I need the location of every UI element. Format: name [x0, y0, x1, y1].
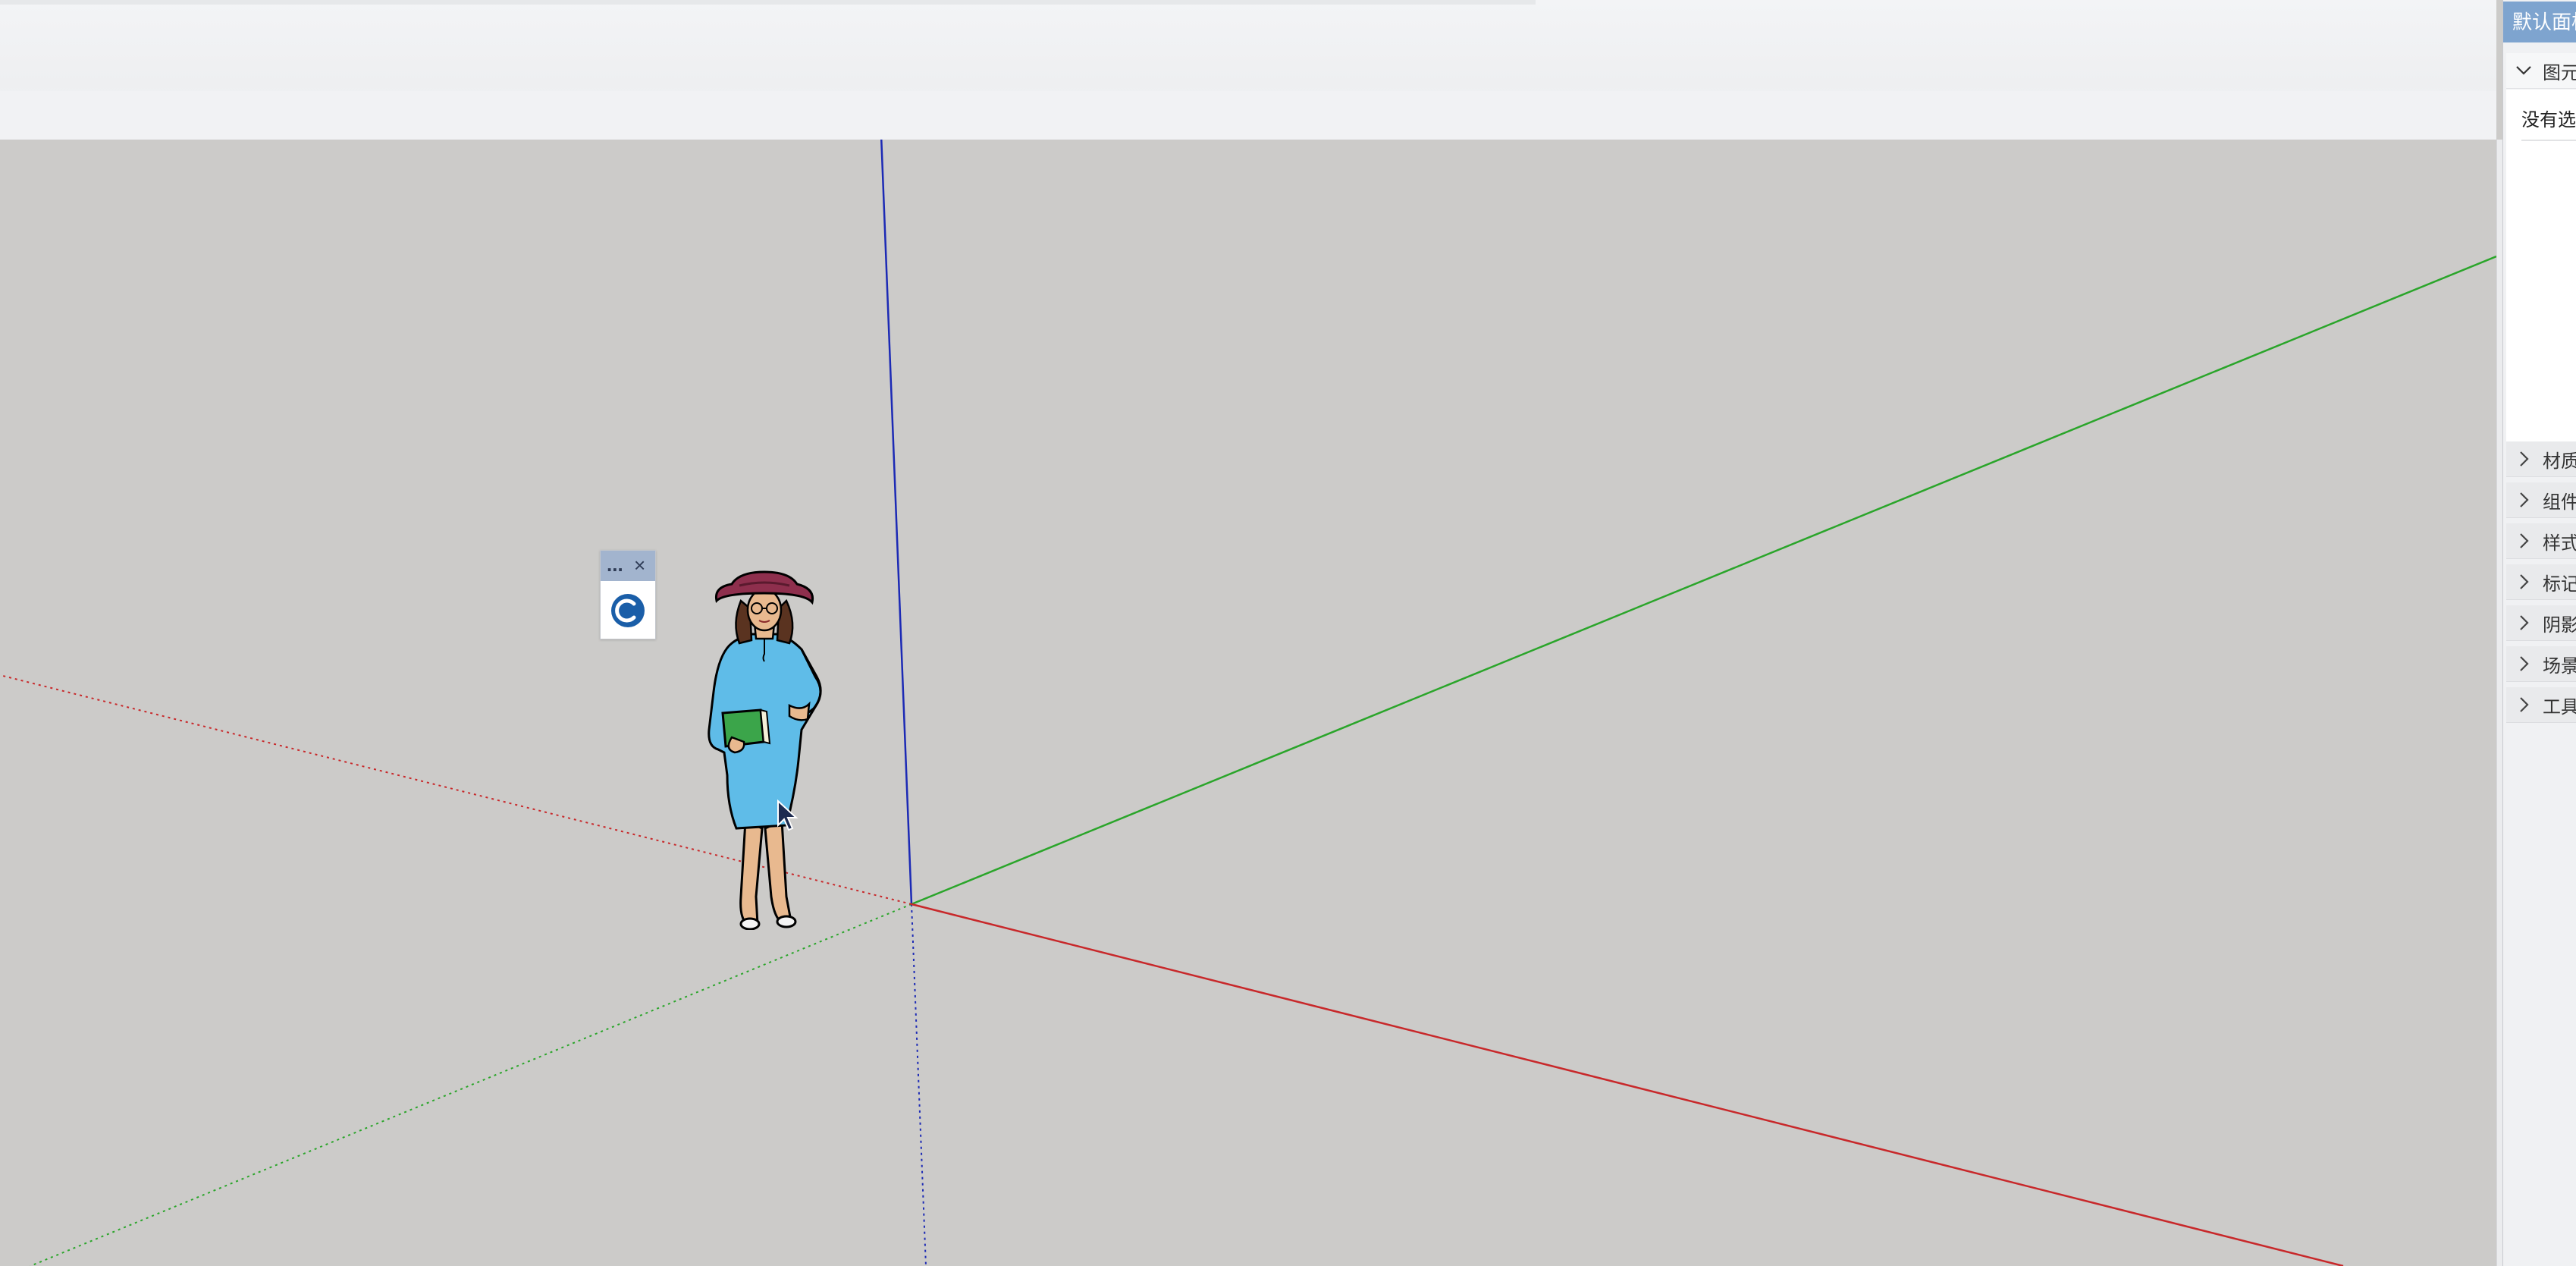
tray-section-scenes[interactable]: 场景	[2506, 646, 2576, 682]
axes-canvas	[0, 140, 2496, 1266]
tray-section-tools[interactable]: 工具向导	[2506, 687, 2576, 723]
tray-section-components[interactable]: 组件	[2506, 482, 2576, 518]
blue-axis-dotted	[911, 903, 927, 1266]
tray-section-label: 样式	[2543, 532, 2576, 554]
red-axis-solid	[911, 903, 2344, 1266]
tray-section-label: 组件	[2543, 492, 2576, 513]
tray-section-styles[interactable]: 样式	[2506, 523, 2576, 559]
green-axis-solid	[911, 255, 2496, 906]
blue-axis-solid	[880, 140, 913, 905]
popup-header[interactable]: ... ×	[601, 551, 655, 581]
scale-tool-popup: ... ×	[600, 550, 656, 639]
tray-section-materials[interactable]: 材质	[2506, 441, 2576, 477]
tray-section-label: 场景	[2543, 655, 2576, 677]
chevron-right-icon	[2520, 697, 2529, 712]
popup-close-button[interactable]: ×	[634, 554, 645, 576]
chevron-right-icon	[2520, 615, 2529, 630]
tray-section-label: 标记	[2543, 573, 2576, 595]
tray-section-shadows[interactable]: 阴影	[2506, 605, 2576, 641]
title-strip	[0, 0, 1536, 5]
mouse-cursor-icon	[777, 799, 799, 831]
tray-section-tags[interactable]: 标记	[2506, 564, 2576, 600]
chevron-right-icon	[2520, 451, 2529, 467]
scale-tool-icon[interactable]	[610, 592, 646, 629]
green-axis-dotted	[30, 903, 912, 1266]
toolbar-area	[0, 0, 2496, 140]
tray-section-label: 图元信息	[2543, 62, 2576, 83]
model-viewport[interactable]	[0, 140, 2496, 1266]
no-selection-text: 没有选择内容	[2521, 110, 2576, 130]
chevron-right-icon	[2520, 533, 2529, 548]
popup-more-button[interactable]: ...	[607, 554, 623, 575]
entity-info-body: 没有选择内容	[2506, 90, 2576, 446]
chevron-right-icon	[2520, 656, 2529, 671]
tray-section-entity-info[interactable]: 图元信息	[2506, 53, 2576, 89]
chevron-right-icon	[2520, 574, 2529, 589]
tray-title[interactable]: 默认面板	[2503, 2, 2576, 42]
toolbar-band	[0, 91, 2496, 140]
chevron-down-icon	[2516, 66, 2531, 75]
tray-section-label: 工具向导	[2543, 696, 2576, 718]
chevron-right-icon	[2520, 492, 2529, 507]
tray-section-label: 阴影	[2543, 614, 2576, 636]
person-figure[interactable]	[701, 570, 830, 930]
entity-info-divider	[2521, 140, 2576, 141]
default-tray: 默认面板 图元信息 没有选择内容 材质 组件 样式 标记 阴影 场景 工具向导	[2502, 0, 2576, 1266]
tray-section-label: 材质	[2543, 451, 2576, 472]
